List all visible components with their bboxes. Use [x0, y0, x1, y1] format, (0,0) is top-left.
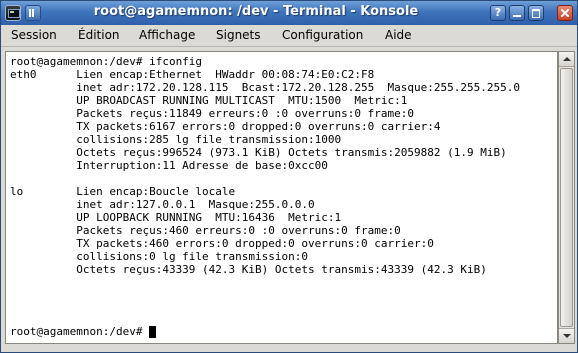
- maximize-button[interactable]: [528, 5, 544, 21]
- terminal-line: Octets reçus:43339 (42.3 KiB) Octets tra…: [10, 263, 487, 276]
- terminal-line: UP BROADCAST RUNNING MULTICAST MTU:1500 …: [10, 94, 408, 107]
- vertical-scrollbar[interactable]: [558, 51, 575, 344]
- terminal-line: Packets reçus:11849 erreurs:0 :0 overrun…: [10, 107, 414, 120]
- maximize-icon: [529, 6, 543, 20]
- terminal-line: collisions:285 lg file transmission:1000: [10, 133, 342, 146]
- scroll-up-arrow-icon[interactable]: [559, 52, 574, 67]
- scroll-down-arrow-icon[interactable]: [559, 328, 574, 343]
- text-cursor: [149, 326, 157, 338]
- terminal-line: TX packets:460 errors:0 dropped:0 overru…: [10, 237, 434, 250]
- terminal-line: root@agamemnon:/dev# ifconfig: [10, 55, 203, 68]
- minimize-icon: [510, 6, 524, 20]
- terminal-line: collisions:0 lg file transmission:0: [10, 250, 309, 263]
- menu-edition[interactable]: Édition: [78, 28, 120, 42]
- terminal-prompt: root@agamemnon:/dev#: [10, 325, 150, 338]
- help-icon: ?: [494, 6, 502, 19]
- pin-icon[interactable]: [25, 5, 41, 21]
- terminal-line: lo Lien encap:Boucle locale: [10, 185, 236, 198]
- terminal-line: TX packets:6167 errors:0 dropped:0 overr…: [10, 120, 441, 133]
- terminal-line: UP LOOPBACK RUNNING MTU:16436 Metric:1: [10, 211, 342, 224]
- scrollbar-thumb[interactable]: [560, 68, 573, 327]
- terminal-line: Packets reçus:460 erreurs:0 :0 overruns:…: [10, 224, 401, 237]
- menu-aide[interactable]: Aide: [385, 28, 412, 42]
- terminal-line: eth0 Lien encap:Ethernet HWaddr 00:08:74…: [10, 68, 375, 81]
- menu-affichage[interactable]: Affichage: [139, 28, 195, 42]
- title-bar[interactable]: root@agamemnon: /dev - Terminal - Konsol…: [1, 1, 577, 26]
- konsole-window: root@agamemnon: /dev - Terminal - Konsol…: [0, 0, 578, 353]
- terminal-output[interactable]: root@agamemnon:/dev# ifconfig eth0 Lien …: [5, 51, 558, 344]
- close-icon: [561, 9, 569, 17]
- close-button[interactable]: [557, 5, 573, 21]
- terminal-app-icon[interactable]: [5, 5, 21, 21]
- terminal-line: Interruption:11 Adresse de base:0xcc00: [10, 159, 328, 172]
- menu-configuration[interactable]: Configuration: [282, 28, 363, 42]
- terminal-prompt-line[interactable]: root@agamemnon:/dev#: [10, 325, 157, 338]
- menu-signets[interactable]: Signets: [216, 28, 261, 42]
- menu-session[interactable]: Session: [11, 28, 57, 42]
- window-title: root@agamemnon: /dev - Terminal - Konsol…: [93, 4, 419, 19]
- help-button[interactable]: ?: [490, 5, 506, 21]
- terminal-line: Octets reçus:996524 (973.1 KiB) Octets t…: [10, 146, 507, 159]
- terminal-line: inet adr:127.0.0.1 Masque:255.0.0.0: [10, 198, 315, 211]
- minimize-button[interactable]: [509, 5, 525, 21]
- menu-bar: Session Édition Affichage Signets Config…: [1, 25, 577, 47]
- terminal-line: inet adr:172.20.128.115 Bcast:172.20.128…: [10, 81, 520, 94]
